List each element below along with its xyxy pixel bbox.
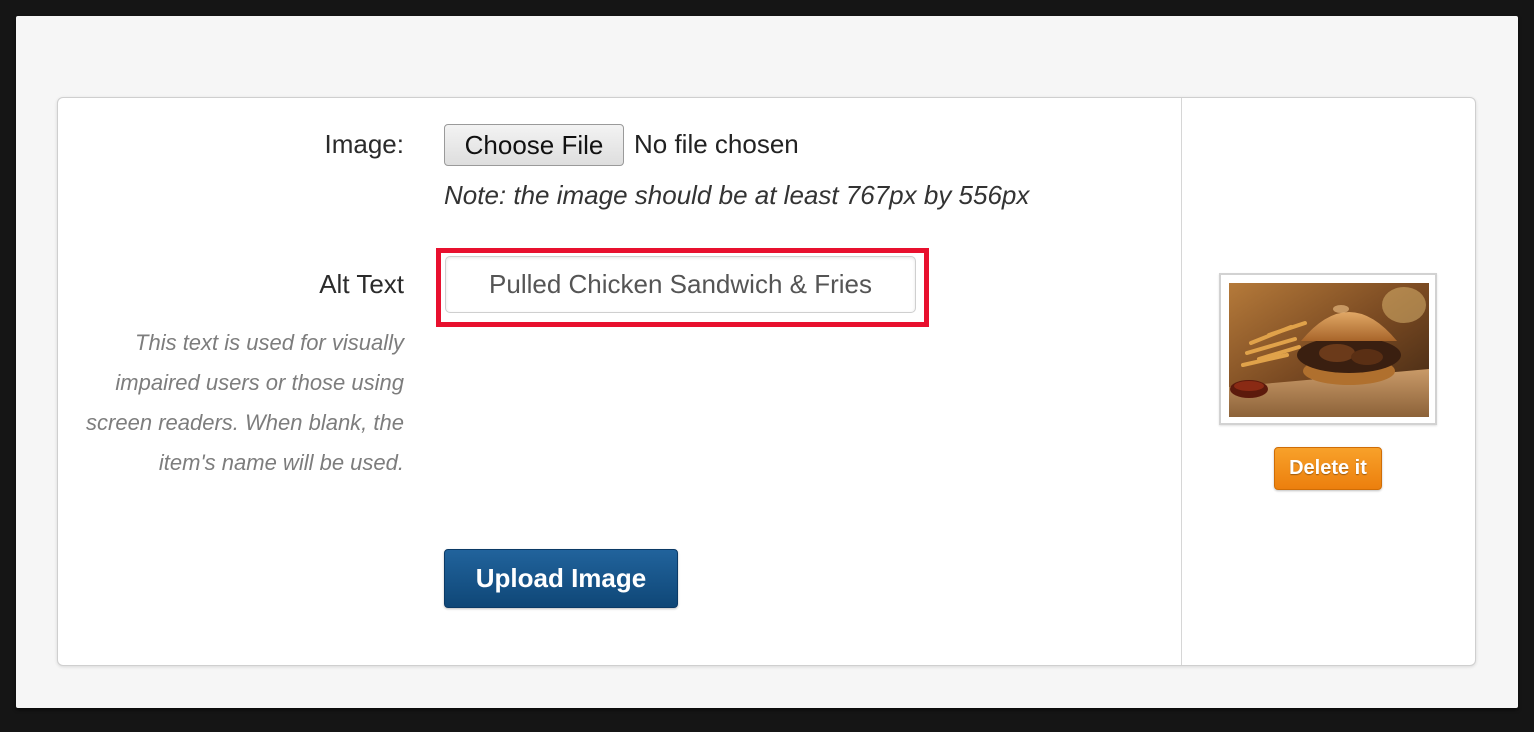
image-upload-panel: Image: Choose File No file chosen Note: …: [57, 97, 1476, 666]
alt-text-help: This text is used for visually impaired …: [86, 330, 404, 475]
alt-text-label: Alt Text: [319, 269, 404, 299]
choose-file-button[interactable]: Choose File: [444, 124, 624, 166]
upload-image-button[interactable]: Upload Image: [444, 549, 678, 608]
image-size-note: Note: the image should be at least 767px…: [444, 180, 1030, 210]
alt-text-input[interactable]: [445, 256, 916, 313]
file-status-text: No file chosen: [634, 129, 799, 159]
image-preview: [1219, 273, 1437, 425]
column-divider: [1181, 98, 1182, 665]
app-window: Image: Choose File No file chosen Note: …: [16, 16, 1518, 708]
image-label: Image:: [324, 129, 405, 159]
sandwich-thumbnail-image: [1229, 283, 1429, 417]
delete-image-button[interactable]: Delete it: [1274, 447, 1382, 490]
